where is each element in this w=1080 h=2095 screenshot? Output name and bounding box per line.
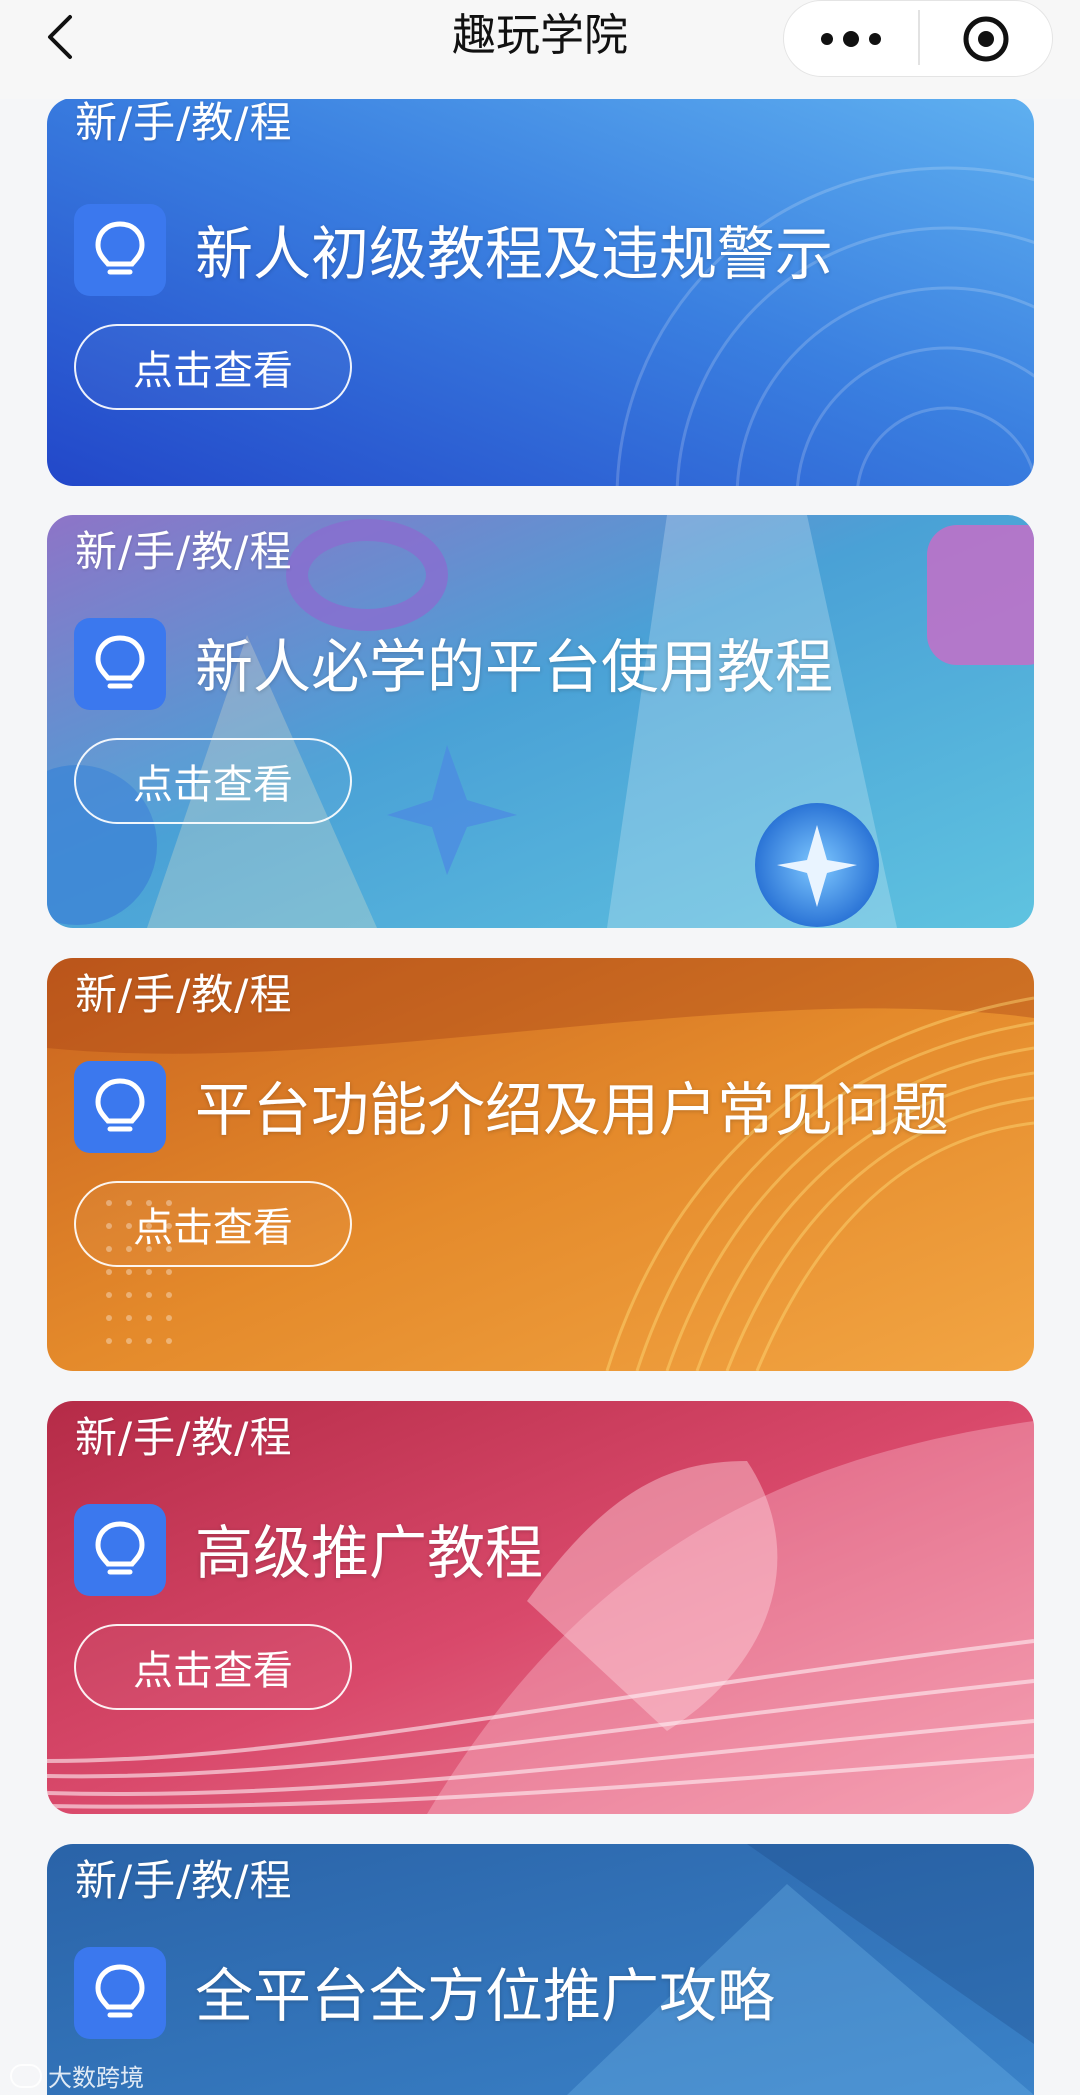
nav-bar: 趣玩学院 — [0, 0, 1080, 99]
card-tag: 新/手/教/程 — [75, 1856, 293, 1905]
course-card-5[interactable]: 新/手/教/程 全平台全方位推广攻略 — [47, 1844, 1034, 2095]
watermark-logo-icon — [10, 2063, 42, 2088]
lightbulb-icon — [74, 1504, 166, 1596]
lightbulb-icon — [74, 204, 166, 296]
close-target-icon — [963, 16, 1009, 61]
card-tag: 新/手/教/程 — [75, 527, 293, 576]
watermark-text: 大数跨境 — [48, 2064, 144, 2092]
watermark: 大数跨境 — [10, 2058, 144, 2093]
lightbulb-icon — [74, 1947, 166, 2039]
card-tag: 新/手/教/程 — [75, 970, 293, 1019]
view-button[interactable]: 点击查看 — [74, 1181, 352, 1267]
card-title: 全平台全方位推广攻略 — [195, 1962, 776, 2030]
more-button[interactable] — [784, 1, 918, 76]
course-card-4[interactable]: 新/手/教/程 高级推广教程 点击查看 — [47, 1401, 1034, 1814]
card-title: 平台功能介绍及用户常见问题 — [195, 1076, 950, 1144]
card-title: 高级推广教程 — [195, 1519, 544, 1587]
more-dots-icon — [816, 30, 886, 47]
lightbulb-icon — [74, 618, 166, 710]
card-title: 新人必学的平台使用教程 — [195, 633, 834, 701]
card-title: 新人初级教程及违规警示 — [195, 220, 834, 288]
mini-program-capsule — [783, 0, 1053, 77]
view-button[interactable]: 点击查看 — [74, 324, 352, 410]
course-card-2[interactable]: 新/手/教/程 新人必学的平台使用教程 点击查看 — [47, 515, 1034, 928]
card-background — [47, 98, 1034, 486]
view-button[interactable]: 点击查看 — [74, 738, 352, 824]
card-tag: 新/手/教/程 — [75, 1413, 293, 1462]
close-button[interactable] — [920, 1, 1052, 76]
lightbulb-icon — [74, 1061, 166, 1153]
course-card-3[interactable]: 新/手/教/程 平台功能介绍及用户常见问题 点击查看 — [47, 958, 1034, 1371]
course-card-1[interactable]: 新/手/教/程 新人初级教程及违规警示 点击查看 — [47, 98, 1034, 486]
card-tag: 新/手/教/程 — [75, 98, 293, 147]
view-button[interactable]: 点击查看 — [74, 1624, 352, 1710]
